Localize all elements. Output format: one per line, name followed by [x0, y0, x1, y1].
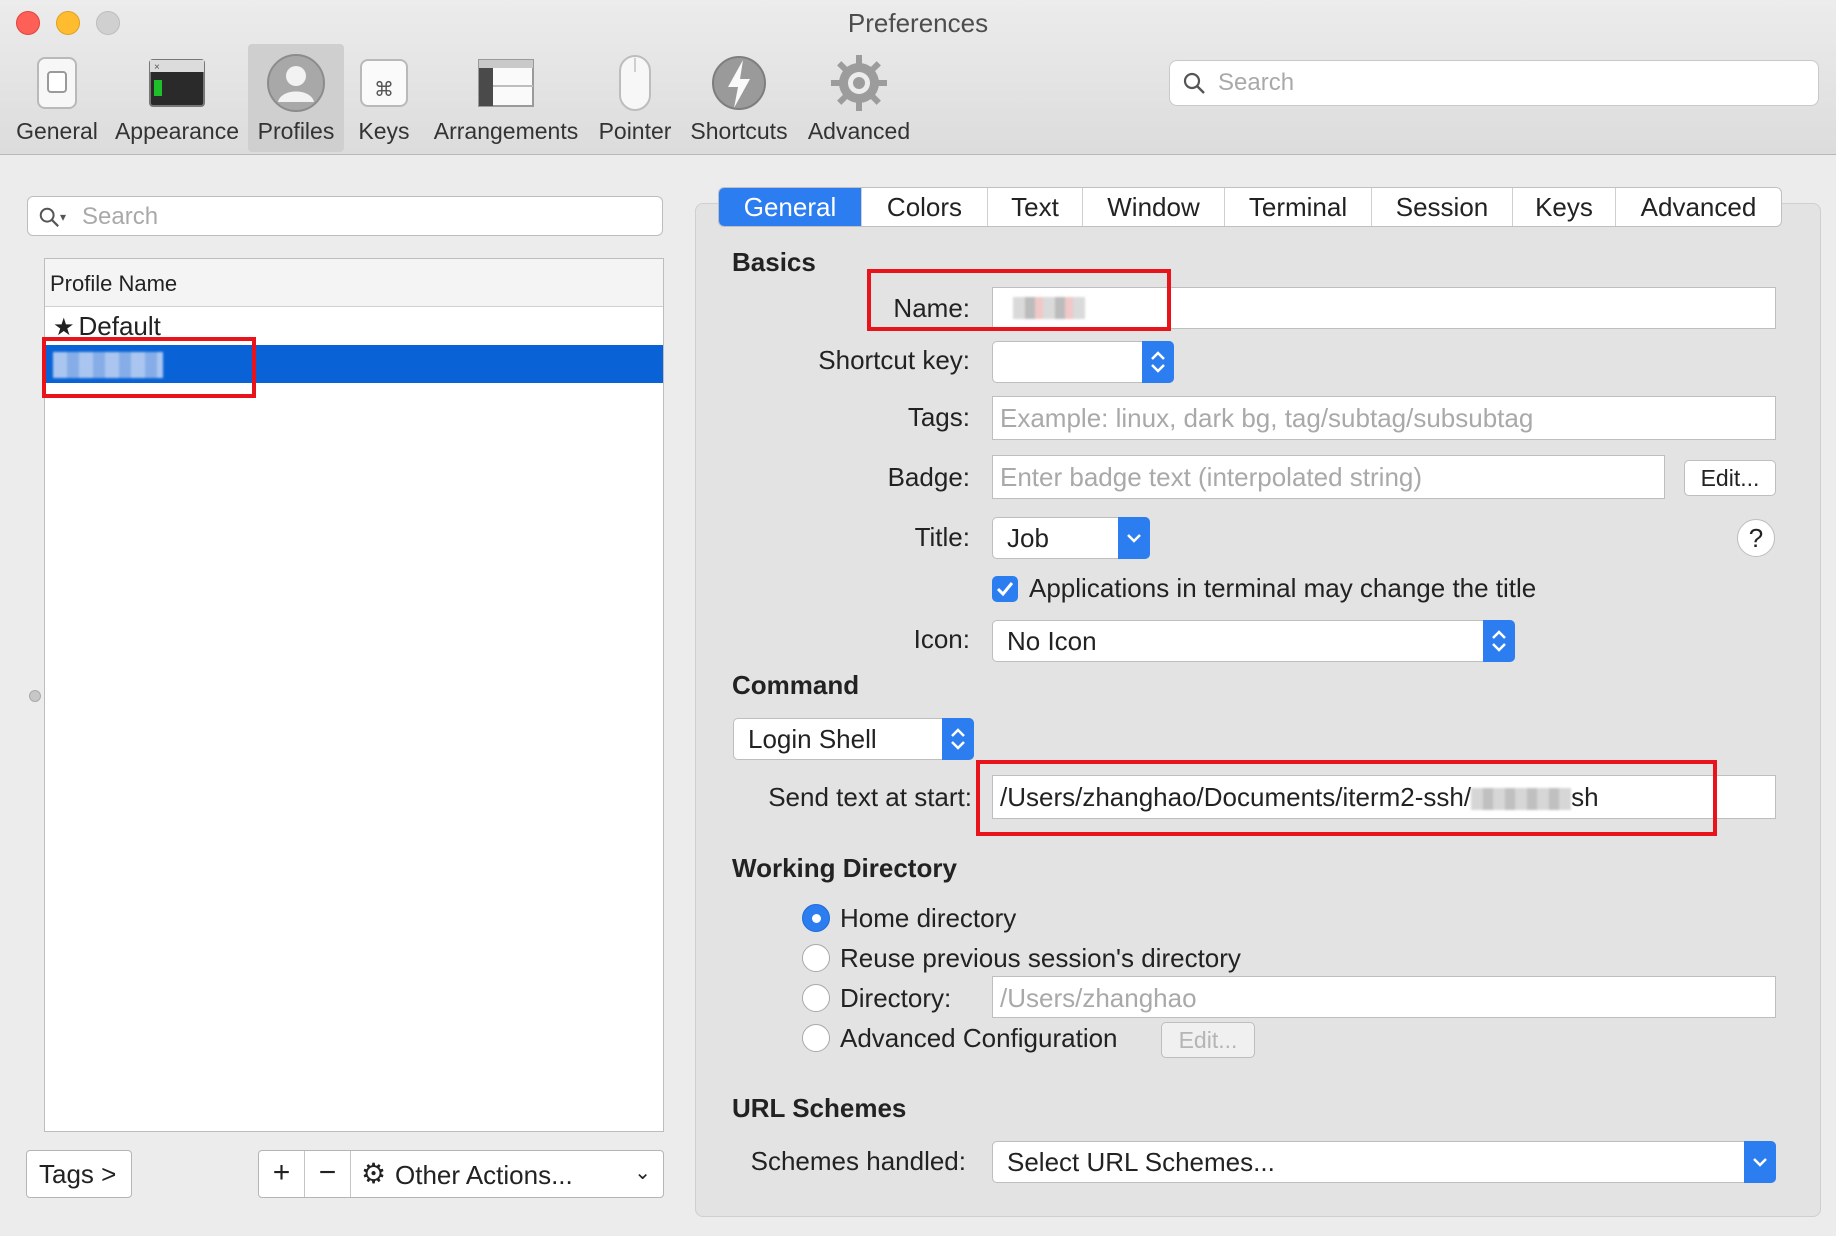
tags-button[interactable]: Tags > — [26, 1150, 132, 1198]
command-mode-popup[interactable]: Login Shell — [733, 718, 974, 760]
toolbar-item-keys[interactable]: ⌘ Keys — [348, 44, 420, 152]
svg-text:×: × — [154, 62, 160, 73]
gear-icon: ⚙ — [361, 1158, 387, 1189]
shortcut-key-popup[interactable] — [992, 341, 1174, 383]
window-title: Preferences — [847, 8, 989, 38]
other-actions-menu[interactable]: ⚙ Other Actions... ⌄ — [351, 1151, 663, 1197]
preferences-search-field[interactable]: Search — [1169, 60, 1819, 106]
apps-change-title-checkbox[interactable] — [992, 576, 1018, 602]
profile-list: Profile Name ★ Default — [44, 258, 664, 1132]
stepper-icon — [1483, 620, 1515, 662]
section-basics: Basics — [732, 247, 816, 277]
search-placeholder: Search — [82, 203, 159, 230]
icon-label: Icon: — [913, 624, 970, 654]
redacted-filename — [1471, 788, 1572, 811]
profile-row-default[interactable]: ★ Default — [45, 307, 663, 345]
advanced-configuration-label: Advanced Configuration — [840, 1023, 1118, 1053]
tags-label: Tags: — [907, 402, 970, 432]
toolbar-item-general[interactable]: General — [8, 44, 106, 152]
arrangements-windows-icon — [478, 59, 534, 107]
redacted-profile-name — [53, 352, 163, 378]
radio-home-directory[interactable] — [802, 904, 830, 932]
shortcut-key-label: Shortcut key: — [818, 345, 970, 375]
send-text-field[interactable]: /Users/zhanghao/Documents/iterm2-ssh/sh — [992, 775, 1776, 819]
tab-advanced[interactable]: Advanced — [1616, 188, 1781, 226]
general-switch-icon — [37, 57, 77, 109]
search-placeholder: Search — [1218, 69, 1295, 96]
appearance-terminal-icon: × — [149, 59, 205, 107]
split-view-handle[interactable] — [29, 690, 41, 702]
name-field[interactable] — [992, 287, 1776, 329]
section-working-directory: Working Directory — [732, 853, 957, 883]
toolbar-item-appearance[interactable]: × Appearance — [110, 44, 244, 152]
directory-field[interactable]: /Users/zhanghao — [992, 976, 1776, 1018]
section-url-schemes: URL Schemes — [732, 1093, 907, 1123]
remove-profile-button[interactable]: − — [305, 1151, 351, 1197]
tab-window[interactable]: Window — [1083, 188, 1225, 226]
profile-tabs: General Colors Text Window Terminal Sess… — [718, 187, 1782, 227]
toolbar-item-profiles[interactable]: Profiles — [248, 44, 344, 152]
icon-popup[interactable]: No Icon — [992, 620, 1515, 662]
profiles-person-icon — [267, 54, 325, 112]
toolbar-item-pointer[interactable]: Pointer — [592, 44, 678, 152]
radio-advanced-configuration[interactable] — [802, 1024, 830, 1052]
column-header-profile-name[interactable]: Profile Name — [45, 259, 663, 307]
send-text-label: Send text at start: — [768, 782, 972, 812]
tab-terminal[interactable]: Terminal — [1225, 188, 1372, 226]
chevron-down-icon — [1744, 1141, 1776, 1183]
name-label: Name: — [893, 293, 970, 323]
keys-command-icon: ⌘ — [360, 59, 408, 107]
profile-actions-bar: + − ⚙ Other Actions... ⌄ — [258, 1150, 664, 1198]
radio-directory[interactable] — [802, 984, 830, 1012]
url-schemes-popup[interactable]: Select URL Schemes... — [992, 1141, 1776, 1183]
profile-search-field[interactable]: ▾ Search — [27, 196, 663, 236]
help-button[interactable]: ? — [1737, 519, 1775, 557]
tab-keys[interactable]: Keys — [1513, 188, 1616, 226]
svg-text:⌘: ⌘ — [374, 79, 394, 101]
apps-change-title-label: Applications in terminal may change the … — [1029, 573, 1537, 603]
chevron-down-icon: ⌄ — [634, 1162, 651, 1184]
chevron-down-icon — [1118, 517, 1150, 559]
window-toolbar: Preferences General × Appearance Profile… — [0, 0, 1836, 155]
tab-general[interactable]: General — [719, 188, 862, 226]
home-directory-label: Home directory — [840, 903, 1017, 933]
toolbar-item-shortcuts[interactable]: Shortcuts — [682, 44, 796, 152]
toolbar-item-advanced[interactable]: Advanced — [800, 44, 918, 152]
title-label: Title: — [914, 522, 970, 552]
tab-session[interactable]: Session — [1372, 188, 1513, 226]
advanced-config-edit-button[interactable]: Edit... — [1161, 1022, 1255, 1058]
other-actions-label: Other Actions... — [395, 1160, 573, 1190]
redacted-name — [1013, 297, 1085, 319]
profile-row-selected[interactable] — [45, 345, 663, 383]
search-icon — [1183, 72, 1205, 94]
pointer-mouse-icon — [619, 55, 651, 111]
section-command: Command — [732, 670, 860, 700]
tab-text[interactable]: Text — [988, 188, 1083, 226]
stepper-icon — [1142, 341, 1174, 383]
reuse-directory-label: Reuse previous session's directory — [840, 943, 1241, 973]
checkmark-icon — [996, 582, 1014, 597]
tags-field[interactable]: Example: linux, dark bg, tag/subtag/subs… — [992, 396, 1776, 440]
badge-edit-button[interactable]: Edit... — [1684, 460, 1776, 496]
advanced-gear-icon — [831, 55, 887, 111]
shortcuts-bolt-icon — [712, 56, 766, 110]
tab-colors[interactable]: Colors — [862, 188, 988, 226]
toolbar-item-arrangements[interactable]: Arrangements — [424, 44, 588, 152]
directory-label: Directory: — [840, 983, 952, 1013]
chevron-down-icon: ▾ — [60, 210, 67, 224]
title-popup[interactable]: Job — [992, 517, 1150, 559]
add-profile-button[interactable]: + — [259, 1151, 305, 1197]
stepper-icon — [942, 718, 974, 760]
badge-field[interactable]: Enter badge text (interpolated string) — [992, 455, 1665, 499]
schemes-handled-label: Schemes handled: — [750, 1146, 966, 1176]
radio-reuse-directory[interactable] — [802, 944, 830, 972]
badge-label: Badge: — [887, 462, 970, 492]
default-star-icon: ★ — [53, 314, 75, 341]
profile-name: Default — [78, 311, 161, 341]
search-icon — [39, 207, 59, 227]
